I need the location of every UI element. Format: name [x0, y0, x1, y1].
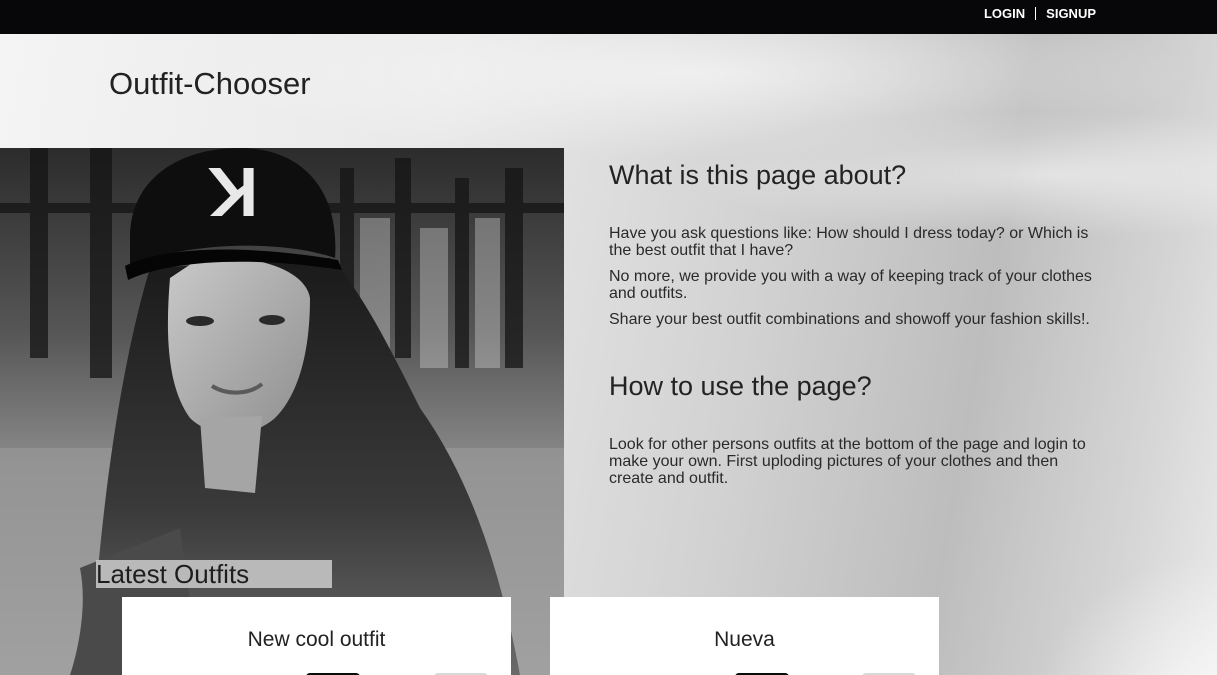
about-paragraph-3: Share your best outfit combinations and …: [609, 311, 1090, 328]
top-nav: LOGIN SIGNUP: [984, 6, 1096, 21]
login-link[interactable]: LOGIN: [984, 6, 1025, 21]
signup-link[interactable]: SIGNUP: [1046, 6, 1096, 21]
outfit-card[interactable]: Nueva: [550, 597, 939, 675]
site-title: Outfit-Chooser: [109, 66, 311, 101]
about-paragraph-2: No more, we provide you with a way of ke…: [609, 268, 1092, 302]
about-heading: What is this page about?: [609, 160, 907, 190]
howto-heading: How to use the page?: [609, 371, 872, 401]
nav-separator: [1035, 7, 1037, 20]
hero-photo: K: [0, 148, 564, 675]
latest-outfits-heading: Latest Outfits: [96, 560, 332, 588]
cap-logo: K: [208, 153, 259, 231]
outfit-card[interactable]: New cool outfit: [122, 597, 511, 675]
hero-illustration: K: [0, 148, 564, 675]
outfit-card-title[interactable]: Nueva: [550, 628, 939, 652]
outfit-card-title[interactable]: New cool outfit: [122, 628, 511, 652]
howto-paragraph: Look for other persons outfits at the bo…: [609, 436, 1086, 487]
top-bar: LOGIN SIGNUP: [0, 0, 1217, 34]
about-paragraph-1: Have you ask questions like: How should …: [609, 225, 1089, 259]
